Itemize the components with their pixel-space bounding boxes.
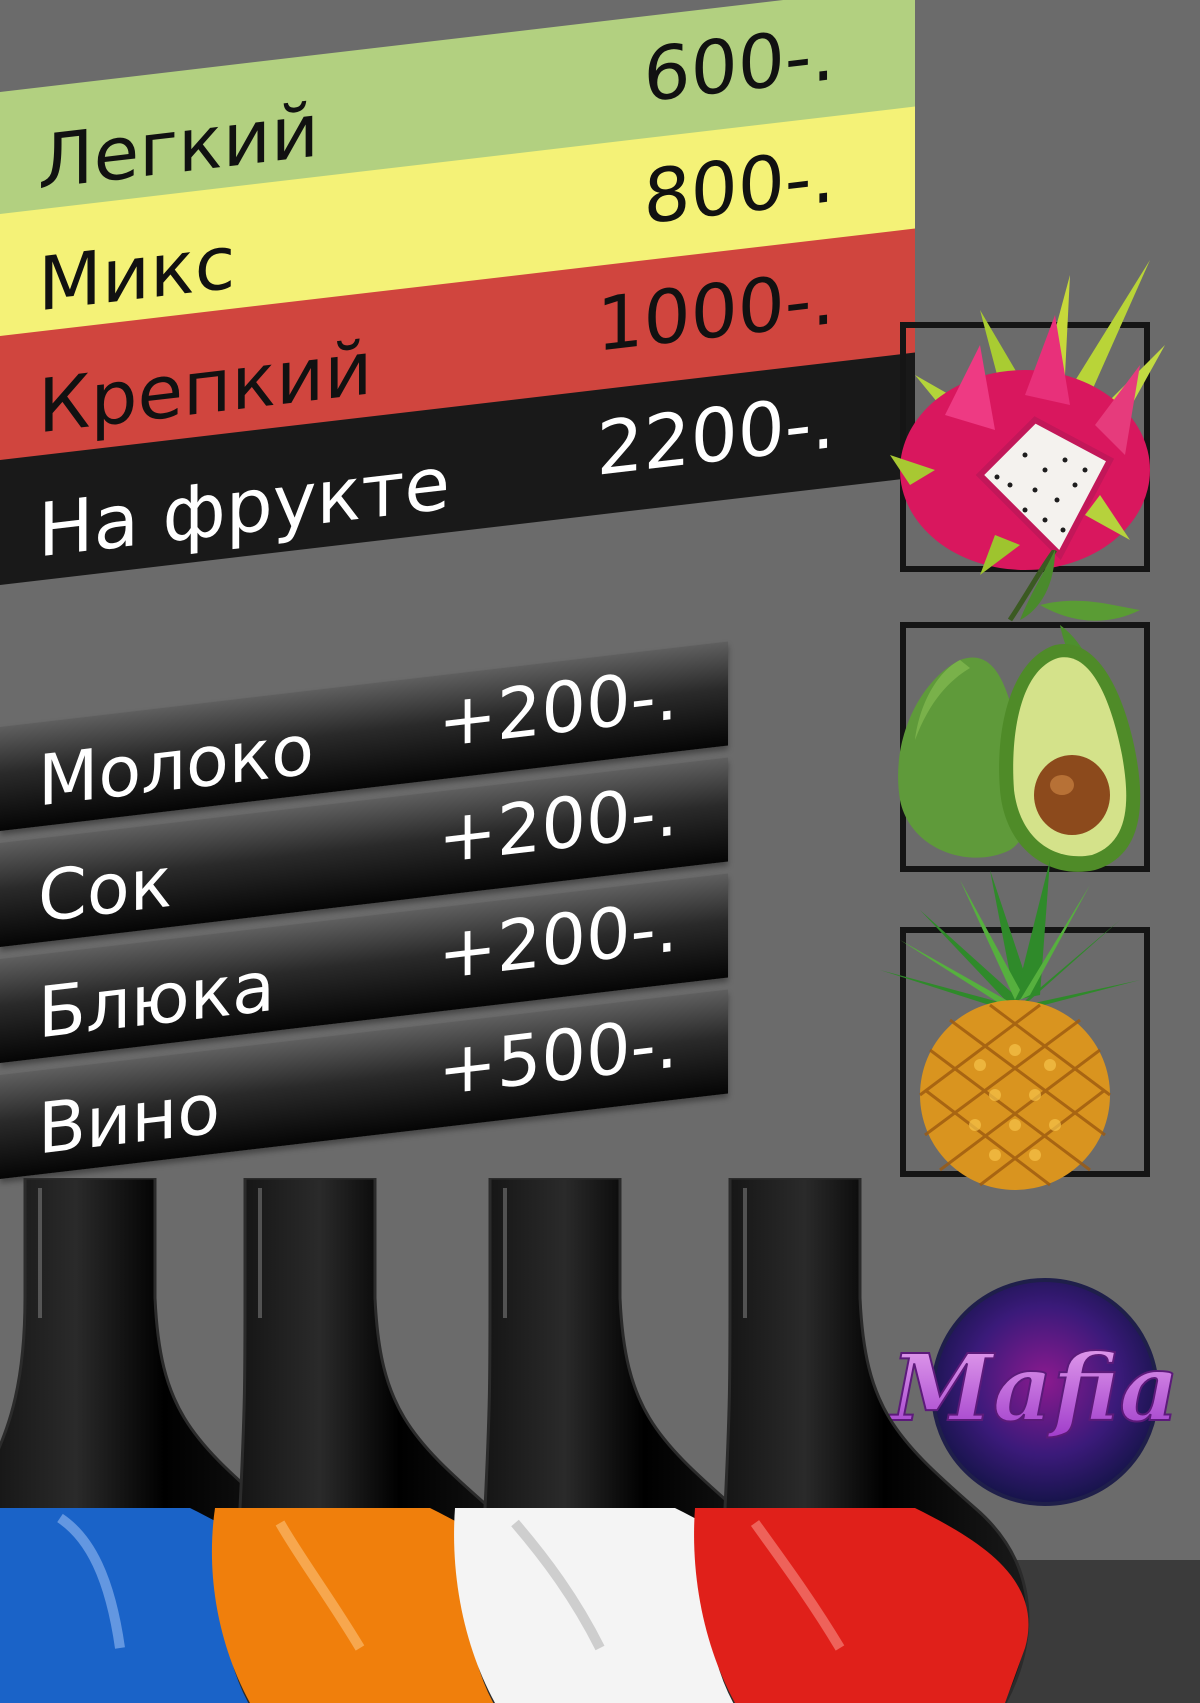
addon-price: +200-. <box>438 653 678 764</box>
tier-price: 600-. <box>643 10 835 120</box>
addon-price: +500-. <box>438 1001 678 1112</box>
tier-name: На фрукте <box>38 440 450 575</box>
dragon-fruit-icon <box>890 260 1165 575</box>
addon-name: Вино <box>38 1067 221 1171</box>
pineapple-icon <box>880 860 1140 1190</box>
avocado-icon <box>898 550 1141 872</box>
menu-poster: Легкий 600-. Микс 800-. Крепкий 1000-. Н… <box>0 0 1200 1703</box>
addon-price: +200-. <box>438 885 678 996</box>
bottle-red <box>694 1178 1030 1703</box>
addon-name: Блюка <box>38 944 275 1055</box>
tier-price: 1000-. <box>596 254 835 369</box>
addon-name: Молоко <box>38 708 314 823</box>
tier-name: Микс <box>38 219 236 329</box>
addon-price: +200-. <box>438 769 678 880</box>
hookah-bases <box>0 1178 1030 1703</box>
tier-price: 800-. <box>643 132 835 242</box>
addon-name: Сок <box>38 840 172 939</box>
tier-price: 2200-. <box>596 378 835 493</box>
